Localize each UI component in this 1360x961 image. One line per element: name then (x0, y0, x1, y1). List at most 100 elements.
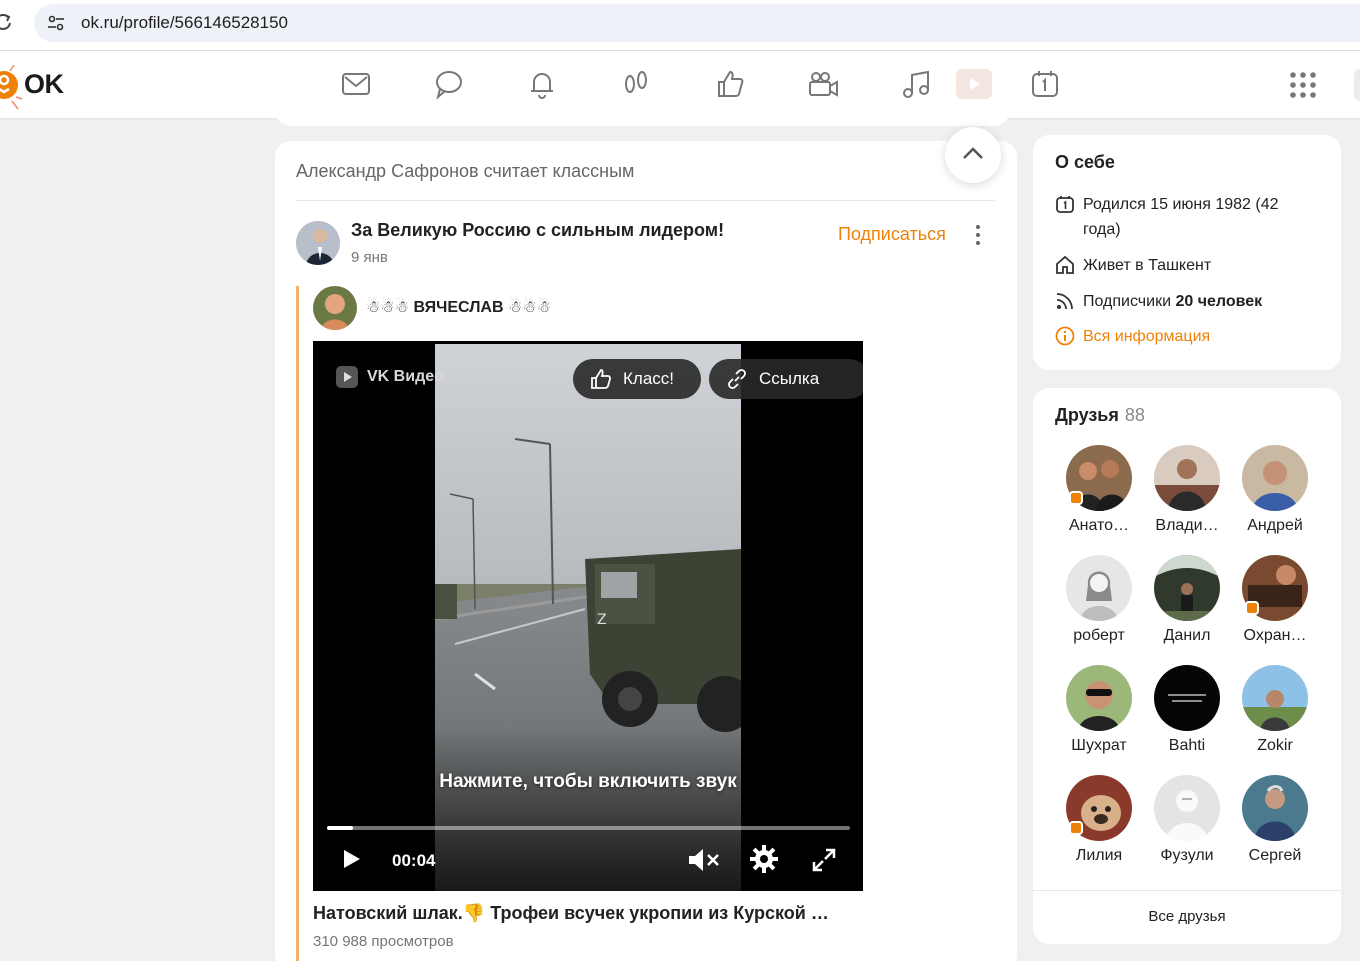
group-name[interactable]: За Великую Россию с сильным лидером! (351, 220, 724, 241)
friend-avatar (1154, 555, 1220, 621)
all-info-label: Вся информация (1083, 328, 1211, 345)
calendar-icon (1056, 196, 1074, 213)
video-link-label: Ссылка (759, 369, 820, 388)
subscribe-button[interactable]: Подписаться (838, 224, 946, 245)
friend-item[interactable]: Охран… (1235, 555, 1315, 645)
followers-row[interactable]: Подписчики 20 человек (1055, 289, 1262, 314)
repost-indicator (296, 286, 299, 961)
friend-item[interactable]: Bahti (1147, 665, 1227, 755)
video-link-button[interactable]: Ссылка (709, 359, 863, 399)
friend-item[interactable]: Сергей (1235, 775, 1315, 865)
video-frame: Z (435, 344, 741, 891)
friend-avatar (1154, 665, 1220, 731)
more-options-icon[interactable] (972, 223, 984, 247)
settings-gear-icon[interactable] (749, 844, 779, 874)
mail-icon[interactable] (339, 67, 373, 101)
friend-name: Лилия (1075, 847, 1123, 864)
vk-video-logo: VK Видео (335, 365, 444, 389)
calendar-icon[interactable] (1028, 67, 1062, 101)
video-title[interactable]: Натовский шлак.👎 Трофеи всучек укропии и… (313, 903, 873, 924)
friend-name: Zokir (1257, 737, 1293, 754)
video-player[interactable]: Z VK Видео Класс! Ссылка Нажмите, чтобы … (313, 341, 863, 891)
friend-avatar (1066, 775, 1132, 841)
url-text: ok.ru/profile/566146528150 (81, 13, 288, 32)
friend-name: роберт (1073, 627, 1125, 644)
friend-item[interactable]: Влади… (1147, 445, 1227, 535)
friends-title-label: Друзья (1055, 405, 1119, 425)
site-settings-icon[interactable] (46, 13, 66, 33)
friend-name: Влади… (1155, 517, 1219, 534)
music-icon[interactable] (899, 67, 933, 101)
logo-text[interactable]: OK (24, 69, 64, 100)
video-progress-bar[interactable] (327, 826, 850, 830)
feed-post-card: Александр Сафронов считает классным За В… (275, 127, 1017, 961)
birth-text: Родился 15 июня 1982 (42 года) (1083, 196, 1279, 238)
friend-item[interactable]: Лилия (1059, 775, 1139, 865)
friend-name: Сергей (1248, 847, 1302, 864)
header-edge-button[interactable] (1354, 69, 1360, 101)
followers-label: Подписчики (1083, 293, 1176, 310)
scroll-top-button[interactable] (945, 127, 1001, 183)
location-text: Живет в Ташкент (1083, 257, 1212, 274)
chat-icon[interactable] (432, 67, 466, 101)
video-like-button[interactable]: Класс! (573, 359, 701, 399)
fullscreen-icon[interactable] (811, 847, 837, 873)
friend-name: Охран… (1243, 627, 1307, 644)
location-row: Живет в Ташкент (1055, 253, 1211, 278)
friend-name: Анато… (1068, 517, 1130, 534)
guests-icon[interactable] (619, 67, 653, 101)
friend-item[interactable]: Шухрат (1059, 665, 1139, 755)
about-card: О себе Родился 15 июня 1982 (42 года) Жи… (1033, 135, 1341, 370)
friends-count: 88 (1124, 405, 1145, 425)
friend-avatar (1154, 445, 1220, 511)
friend-avatar (1242, 665, 1308, 731)
post-date[interactable]: 9 янв (351, 249, 388, 266)
friend-item[interactable]: Zokir (1235, 665, 1315, 755)
like-icon[interactable] (713, 67, 747, 101)
browser-toolbar: ok.ru/profile/566146528150 (0, 0, 1360, 51)
video-like-label: Класс! (623, 369, 674, 388)
view-count: 310 988 просмотров (313, 933, 454, 950)
rss-icon (1056, 293, 1073, 310)
chevron-up-icon (963, 147, 983, 159)
online-badge-icon (1069, 821, 1083, 835)
friend-avatar (1066, 665, 1132, 731)
author-avatar[interactable] (313, 286, 357, 330)
video-icon[interactable] (806, 67, 840, 101)
previous-card-edge (275, 108, 1010, 126)
video-progress-fill (327, 826, 354, 830)
friend-item[interactable]: Фузули (1147, 775, 1227, 865)
play-icon[interactable] (341, 847, 363, 871)
online-badge-icon (1245, 601, 1259, 615)
friend-avatar (1242, 775, 1308, 841)
friend-name: Андрей (1247, 517, 1303, 534)
friends-title[interactable]: Друзья 88 (1055, 405, 1145, 426)
mute-icon[interactable] (687, 846, 721, 874)
about-title: О себе (1055, 152, 1115, 172)
author-name[interactable]: ☃☃☃ ВЯЧЕСЛАВ ☃☃☃ (366, 297, 551, 317)
friend-name: Bahti (1168, 737, 1206, 754)
video-play-icon[interactable] (956, 69, 992, 99)
group-avatar[interactable] (296, 221, 340, 265)
divider (296, 200, 995, 201)
unmute-hint[interactable]: Нажмите, чтобы включить звук (313, 771, 863, 793)
birth-row: Родился 15 июня 1982 (42 года) (1055, 192, 1315, 242)
apps-grid-icon[interactable] (1289, 71, 1317, 99)
friend-item[interactable]: Данил (1147, 555, 1227, 645)
friend-item[interactable]: роберт (1059, 555, 1139, 645)
online-badge-icon (1069, 491, 1083, 505)
all-info-link[interactable]: Вся информация (1055, 324, 1210, 349)
friend-item[interactable]: Андрей (1235, 445, 1315, 535)
vk-video-label: VK Видео (367, 368, 444, 385)
bell-icon[interactable] (525, 67, 559, 101)
friend-avatar (1066, 445, 1132, 511)
friend-name: Фузули (1160, 847, 1214, 864)
friend-avatar (1242, 555, 1308, 621)
friend-avatar (1242, 445, 1308, 511)
address-bar[interactable]: ok.ru/profile/566146528150 (34, 4, 1360, 42)
info-icon (1055, 326, 1075, 346)
all-friends-link[interactable]: Все друзья (1033, 908, 1341, 925)
thumbs-up-icon (591, 369, 611, 389)
reload-icon[interactable] (0, 12, 14, 32)
friend-item[interactable]: Анато… (1059, 445, 1139, 535)
